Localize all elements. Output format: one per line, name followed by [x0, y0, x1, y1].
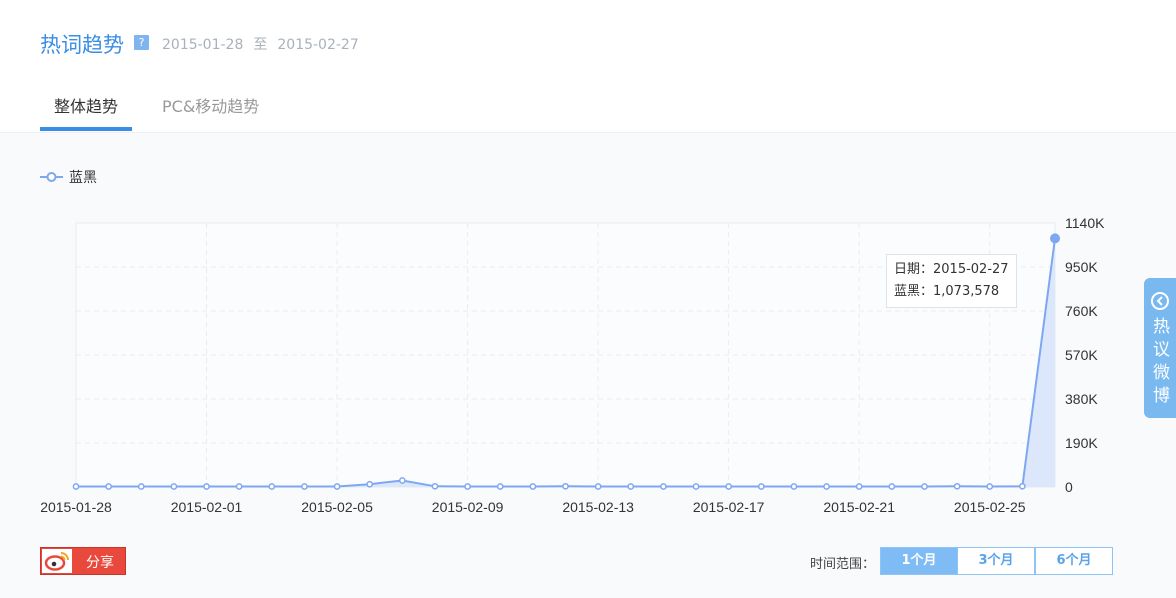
data-point: [268, 483, 276, 490]
x-tick-label: 2015-01-28: [40, 499, 112, 515]
data-point: [823, 483, 830, 490]
data-point: [986, 483, 994, 490]
y-tick-label: 1140K: [1065, 215, 1105, 231]
share-label: 分享: [86, 555, 114, 571]
data-point: [301, 483, 308, 490]
hot-weibo-side-tab[interactable]: 热议微博: [1144, 278, 1176, 418]
data-point: [1019, 482, 1026, 490]
arrow-circle-left-icon: [1151, 292, 1169, 310]
range-1-month-button[interactable]: 1个月: [880, 547, 958, 575]
tooltip-date: 日期：2015-02-27: [894, 262, 1009, 277]
x-axis-labels: 2015-01-28 2015-02-01 2015-02-05 2015-02-09…: [40, 499, 1026, 515]
x-tick-label: 2015-02-25: [954, 499, 1026, 515]
data-point: [921, 483, 928, 490]
data-point: [627, 483, 635, 490]
range-3-months-button[interactable]: 3个月: [957, 547, 1035, 575]
data-point: [235, 483, 243, 490]
data-point: [1050, 233, 1060, 244]
legend-label: 蓝黑: [69, 169, 97, 185]
data-point: [464, 483, 471, 490]
x-tick-label: 2015-02-09: [432, 499, 504, 515]
data-point: [431, 482, 439, 490]
data-point: [594, 483, 602, 490]
data-point: [203, 483, 210, 490]
x-tick-label: 2015-02-17: [693, 499, 765, 515]
data-point: [888, 483, 896, 490]
data-point: [953, 482, 961, 490]
x-tick-label: 2015-02-13: [562, 499, 634, 515]
legend-marker: [46, 172, 57, 182]
data-point: [366, 480, 374, 488]
data-point: [660, 483, 667, 490]
y-tick-label: 380K: [1065, 391, 1098, 407]
weibo-share-button[interactable]: 分享: [40, 547, 126, 575]
y-tick-label: 0: [1065, 479, 1073, 495]
data-point: [72, 483, 80, 490]
x-tick-label: 2015-02-05: [301, 499, 373, 515]
data-point: [790, 483, 798, 490]
chart-tooltip: 日期：2015-02-27 蓝黑：1,073,578: [886, 254, 1017, 308]
range-6-months-button[interactable]: 6个月: [1035, 547, 1113, 575]
data-point: [562, 482, 569, 490]
y-tick-label: 190K: [1065, 435, 1098, 451]
data-point: [398, 477, 406, 484]
y-tick-label: 950K: [1065, 259, 1098, 275]
data-point: [496, 483, 504, 490]
data-point: [333, 483, 341, 490]
side-tab-label: 热议微博: [1153, 317, 1170, 406]
data-point: [855, 483, 863, 490]
data-point: [692, 483, 700, 490]
data-point: [757, 483, 765, 490]
data-point: [529, 483, 537, 490]
weibo-icon: [42, 549, 72, 573]
data-point: [170, 483, 178, 490]
data-point: [725, 483, 733, 490]
y-tick-label: 570K: [1065, 347, 1098, 363]
x-tick-label: 2015-02-01: [171, 499, 243, 515]
y-tick-label: 760K: [1065, 303, 1098, 319]
data-point: [137, 483, 145, 490]
y-axis-labels: 0 190K 380K 570K 760K 950K 1140K: [1065, 215, 1105, 495]
time-range-label: 时间范围：: [810, 557, 876, 572]
x-tick-label: 2015-02-21: [823, 499, 895, 515]
data-point: [105, 483, 112, 490]
tooltip-value: 蓝黑：1,073,578: [894, 284, 1000, 299]
chart-legend: 蓝黑: [40, 169, 97, 185]
